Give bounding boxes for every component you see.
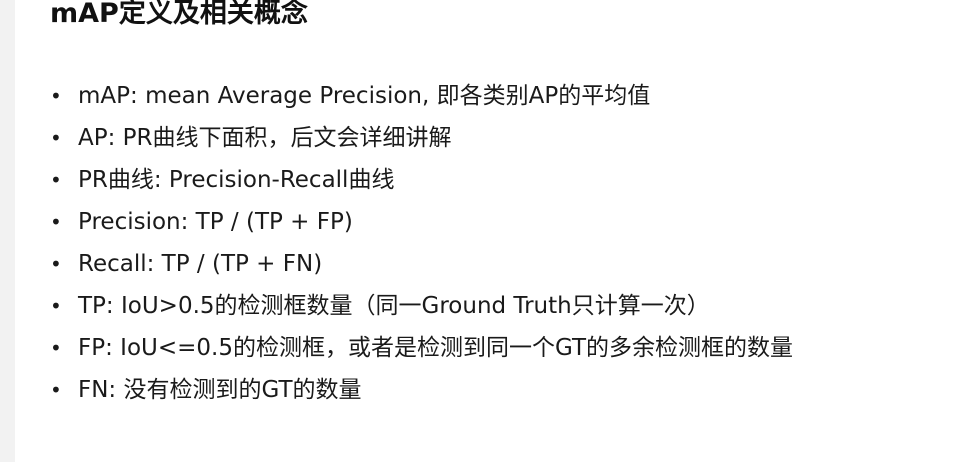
bullet-icon: • xyxy=(50,126,62,150)
list-item-text: Recall: TP / (TP + FN) xyxy=(78,251,323,277)
bullet-icon: • xyxy=(50,378,62,402)
list-item-text: TP: IoU>0.5的检测框数量（同一Ground Truth只计算一次） xyxy=(78,293,710,319)
left-margin-bar xyxy=(0,0,15,462)
list-item-text: mAP: mean Average Precision, 即各类别AP的平均值 xyxy=(78,83,651,109)
list-item-text: Precision: TP / (TP + FP) xyxy=(78,209,353,235)
bullet-icon: • xyxy=(50,210,62,234)
bullet-icon: • xyxy=(50,252,62,276)
bullet-icon: • xyxy=(50,84,62,108)
bullet-icon: • xyxy=(50,294,62,318)
list-item-text: FP: IoU<=0.5的检测框，或者是检测到同一个GT的多余检测框的数量 xyxy=(78,335,794,361)
section-heading: mAP定义及相关概念 xyxy=(50,0,308,29)
list-item-text: AP: PR曲线下面积，后文会详细讲解 xyxy=(78,125,452,151)
bullet-icon: • xyxy=(50,168,62,192)
list-item-text: PR曲线: Precision-Recall曲线 xyxy=(78,167,395,193)
bullet-icon: • xyxy=(50,336,62,360)
list-item-text: FN: 没有检测到的GT的数量 xyxy=(78,377,362,403)
